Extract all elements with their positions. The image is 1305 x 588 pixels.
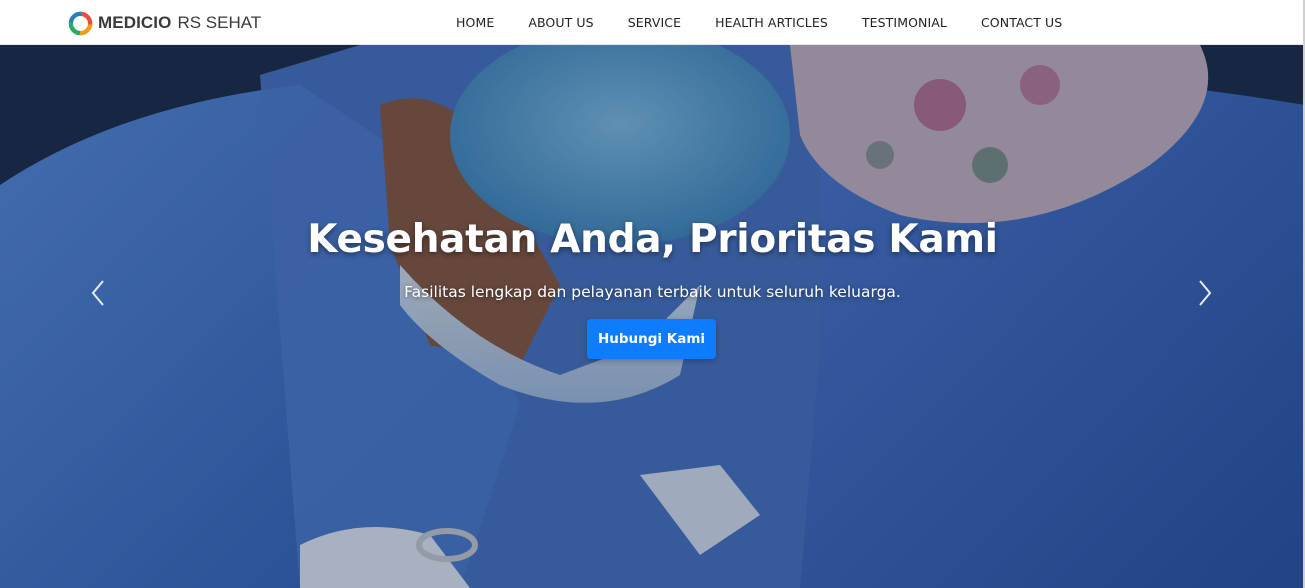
main-nav: HOME ABOUT US SERVICE HEALTH ARTICLES TE…	[456, 0, 1062, 45]
nav-service-link[interactable]: SERVICE	[628, 15, 681, 30]
hero-title: Kesehatan Anda, Prioritas Kami	[307, 217, 998, 262]
nav-about-link[interactable]: ABOUT US	[528, 15, 593, 30]
brand-subtitle: RS SEHAT	[177, 13, 262, 32]
nav-testimonial-link[interactable]: TESTIMONIAL	[862, 15, 947, 30]
hero-subtitle: Fasilitas lengkap dan pelayanan terbaik …	[404, 283, 901, 301]
contact-us-button[interactable]: Hubungi Kami	[587, 319, 716, 359]
brand-logo-link[interactable]: MEDICIO RS SEHAT	[67, 9, 261, 37]
ring-logo-icon	[68, 11, 93, 35]
top-navbar: MEDICIO RS SEHAT HOME ABOUT US SERVICE H…	[0, 0, 1305, 45]
nav-home-link[interactable]: HOME	[456, 15, 494, 30]
brand-name: MEDICIO	[98, 13, 172, 32]
nav-health-articles-link[interactable]: HEALTH ARTICLES	[715, 15, 828, 30]
nav-contact-link[interactable]: CONTACT US	[981, 15, 1062, 30]
hero-overlay	[0, 45, 1305, 588]
hero-carousel: Kesehatan Anda, Prioritas Kami Fasilitas…	[0, 45, 1305, 588]
